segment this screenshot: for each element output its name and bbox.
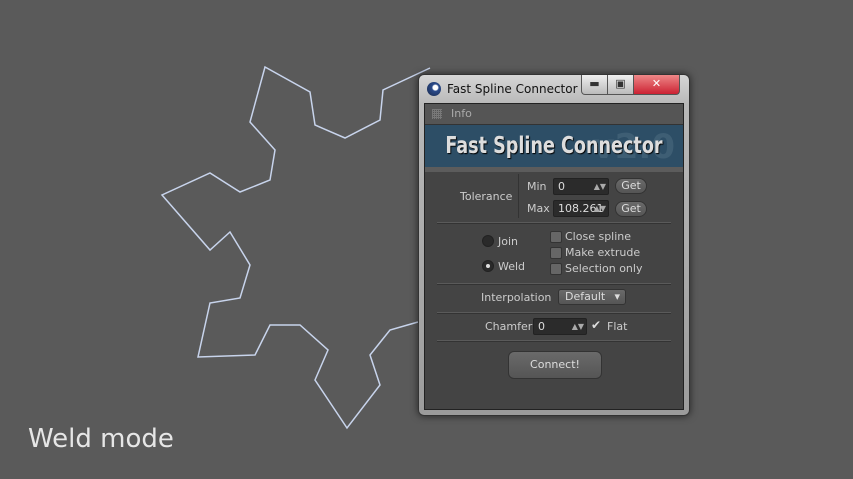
spinner-icon: ▲▼ (593, 204, 606, 213)
chamfer-label: Chamfer (485, 320, 533, 333)
weld-radio[interactable] (482, 260, 494, 272)
cinema4d-app-icon (427, 82, 441, 96)
max-label: Max (527, 202, 550, 215)
chamfer-input[interactable]: 0 ▲▼ (533, 318, 587, 335)
window-title: Fast Spline Connector ... (447, 82, 593, 96)
maximize-icon: ▣ (615, 77, 626, 90)
spinner-icon: ▲▼ (593, 182, 606, 191)
banner-title: Fast Spline Connector (445, 133, 663, 159)
get-max-button[interactable]: Get (615, 201, 647, 217)
title-bar[interactable]: Fast Spline Connector ... ▬ ▣ ✕ (419, 75, 689, 103)
max-input[interactable]: 108.261 ▲▼ (553, 200, 609, 217)
connect-button[interactable]: Connect! (508, 351, 602, 379)
make-extrude-label: Make extrude (565, 246, 641, 259)
spinner-icon: ▲▼ (571, 322, 584, 331)
flat-checkbox[interactable]: ✔ (591, 319, 601, 331)
interpolation-label: Interpolation (481, 291, 552, 304)
minimize-button[interactable]: ▬ (581, 75, 608, 95)
join-label: Join (498, 235, 519, 248)
interpolation-dropdown[interactable]: Default ▾ (558, 289, 626, 305)
info-label: Info (451, 107, 472, 120)
fast-spline-connector-dialog: Fast Spline Connector ... ▬ ▣ ✕ Info v2.… (418, 74, 690, 416)
make-extrude-checkbox[interactable] (550, 247, 562, 259)
minimize-icon: ▬ (589, 77, 600, 90)
close-button[interactable]: ✕ (633, 75, 680, 95)
mode-caption: Weld mode (28, 424, 174, 454)
dialog-body: Info v2.0 Fast Spline Connector Toleranc… (424, 103, 684, 410)
flat-label: Flat (607, 320, 628, 333)
grip-icon (432, 109, 442, 119)
info-menu[interactable]: Info (425, 104, 683, 125)
min-label: Min (527, 180, 547, 193)
weld-label: Weld (498, 260, 526, 273)
close-spline-label: Close spline (565, 230, 632, 243)
maximize-button[interactable]: ▣ (607, 75, 634, 95)
min-input[interactable]: 0 ▲▼ (553, 178, 609, 195)
close-icon: ✕ (651, 77, 662, 90)
selection-only-label: Selection only (565, 262, 643, 275)
chevron-down-icon: ▾ (614, 290, 620, 303)
tolerance-label: Tolerance (460, 190, 513, 203)
close-spline-checkbox[interactable] (550, 231, 562, 243)
selection-only-checkbox[interactable] (550, 263, 562, 275)
banner: v2.0 Fast Spline Connector (425, 125, 683, 172)
join-radio[interactable] (482, 235, 494, 247)
get-min-button[interactable]: Get (615, 178, 647, 194)
